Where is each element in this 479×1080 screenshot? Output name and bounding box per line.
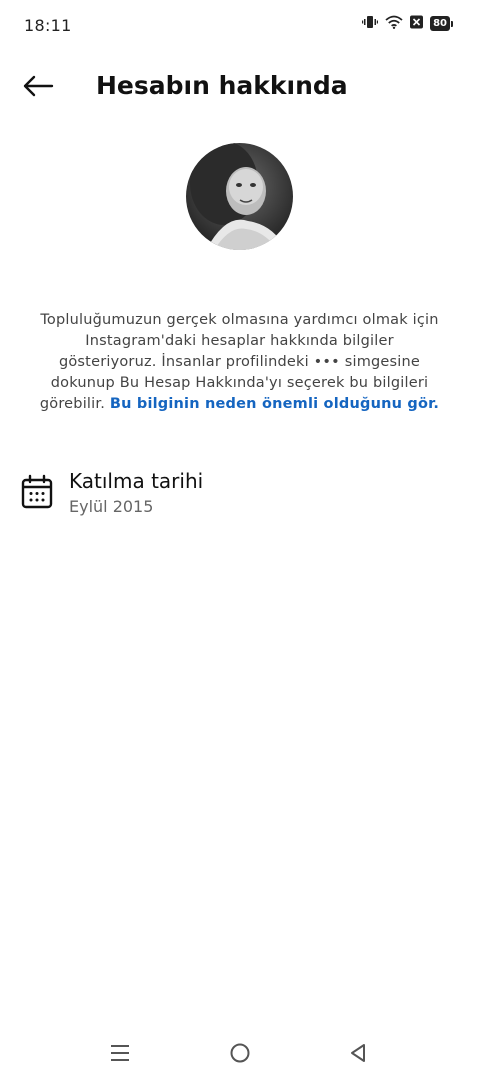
back-button[interactable] <box>18 70 58 106</box>
sim-blocked-icon <box>410 14 424 33</box>
home-circle-icon <box>229 1042 251 1068</box>
status-icons: 80 <box>362 14 453 33</box>
join-date-label: Katılma tarihi <box>69 469 204 493</box>
info-text: Topluluğumuzun gerçek olmasına yardımcı … <box>36 310 443 415</box>
status-bar: 18:11 80 <box>0 0 479 50</box>
arrow-left-icon <box>22 75 54 101</box>
battery-level: 80 <box>430 16 450 31</box>
vibrate-icon <box>362 14 379 33</box>
avatar <box>186 143 293 250</box>
system-nav-bar <box>0 1030 479 1080</box>
learn-more-link[interactable]: Bu bilginin neden önemli olduğunu gör. <box>110 396 439 412</box>
calendar-icon <box>20 474 54 510</box>
header: Hesabın hakkında <box>0 62 479 112</box>
page-title: Hesabın hakkında <box>96 71 348 100</box>
status-time: 18:11 <box>24 16 72 35</box>
system-back-button[interactable] <box>338 1040 378 1070</box>
battery-icon: 80 <box>430 16 453 31</box>
back-triangle-icon <box>349 1043 367 1067</box>
recent-apps-button[interactable] <box>100 1040 140 1070</box>
menu-icon <box>110 1044 130 1066</box>
home-button[interactable] <box>220 1040 260 1070</box>
wifi-icon <box>385 14 403 33</box>
join-date-row: Katılma tarihi Eylül 2015 <box>20 466 460 522</box>
join-date-value: Eylül 2015 <box>69 497 154 516</box>
